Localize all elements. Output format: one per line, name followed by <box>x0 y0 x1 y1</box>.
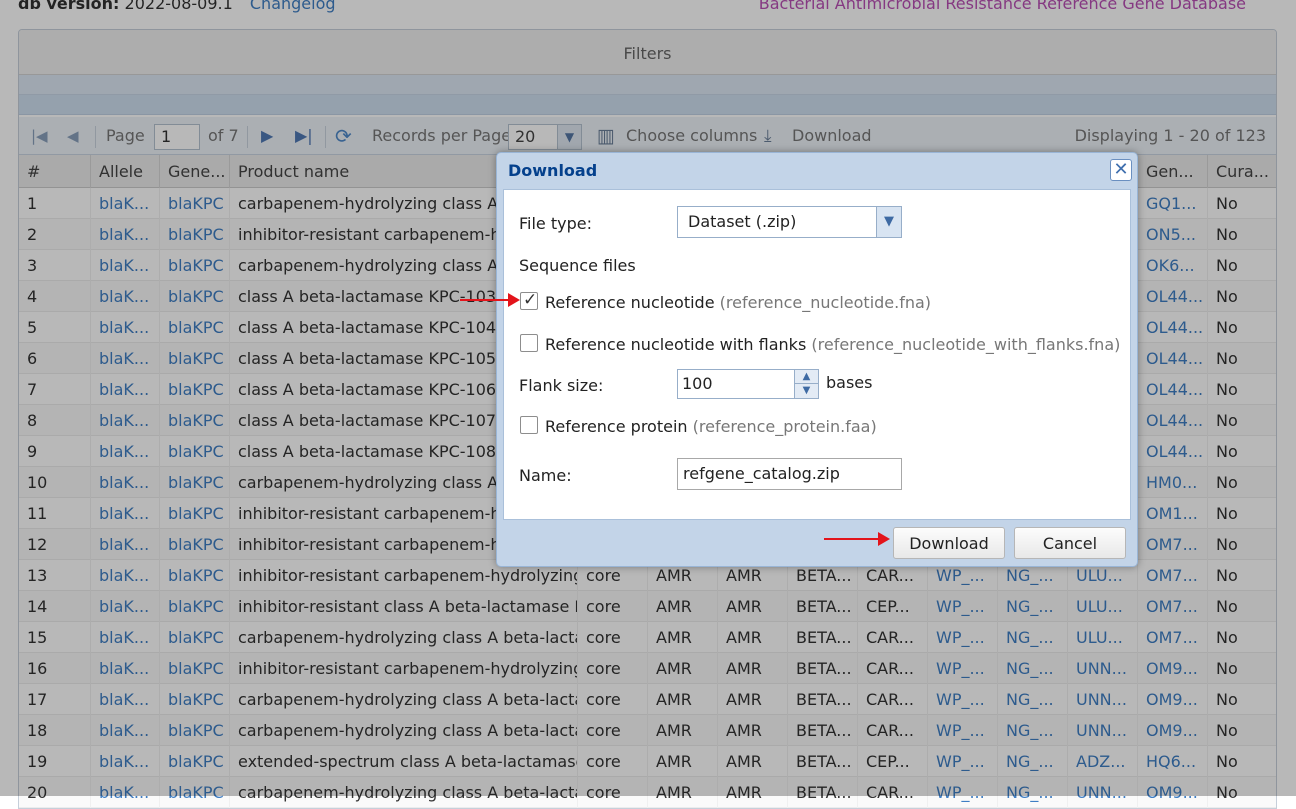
reference-protein-hint: (reference_protein.faa) <box>692 417 877 436</box>
flank-size-label: Flank size: <box>519 376 604 395</box>
reference-nucleotide-option[interactable]: Reference nucleotide (reference_nucleoti… <box>545 293 931 312</box>
download-button[interactable]: Download <box>893 527 1005 559</box>
reference-nucleotide-hint: (reference_nucleotide.fna) <box>719 293 932 312</box>
close-icon[interactable]: ✕ <box>1110 159 1132 181</box>
reference-nucleotide-label: Reference nucleotide <box>545 293 715 312</box>
stepper-up-icon[interactable]: ▲ <box>794 370 818 384</box>
reference-protein-label: Reference protein <box>545 417 688 436</box>
dialog-body: File type: Dataset (.zip) ▼ Sequence fil… <box>503 189 1131 520</box>
cancel-button[interactable]: Cancel <box>1014 527 1126 559</box>
name-label: Name: <box>519 466 572 485</box>
flank-size-value: 100 <box>682 374 713 393</box>
file-name-input[interactable]: refgene_catalog.zip <box>677 458 902 490</box>
flank-size-stepper[interactable]: 100 ▲ ▼ <box>677 369 819 399</box>
reference-nucleotide-flanks-option[interactable]: Reference nucleotide with flanks (refere… <box>545 335 1120 354</box>
reference-nucleotide-checkbox[interactable] <box>520 290 538 310</box>
reference-nucleotide-flanks-hint: (reference_nucleotide_with_flanks.fna) <box>811 335 1121 354</box>
dialog-title: Download <box>508 161 598 180</box>
reference-protein-checkbox[interactable] <box>520 416 538 434</box>
sequence-files-label: Sequence files <box>519 256 636 275</box>
flank-size-unit: bases <box>826 373 873 392</box>
reference-protein-option[interactable]: Reference protein (reference_protein.faa… <box>545 417 877 436</box>
annotation-arrow <box>824 532 890 546</box>
stepper-down-icon[interactable]: ▼ <box>794 384 818 398</box>
annotation-arrow <box>460 293 520 307</box>
chevron-down-icon[interactable]: ▼ <box>876 207 901 237</box>
file-type-select[interactable]: Dataset (.zip) ▼ <box>677 206 902 238</box>
reference-nucleotide-flanks-label: Reference nucleotide with flanks <box>545 335 807 354</box>
reference-nucleotide-flanks-checkbox[interactable] <box>520 334 538 352</box>
download-dialog: Download ✕ File type: Dataset (.zip) ▼ S… <box>496 152 1138 567</box>
file-type-value: Dataset (.zip) <box>688 212 797 231</box>
file-type-label: File type: <box>519 214 592 233</box>
file-name-value: refgene_catalog.zip <box>683 464 840 483</box>
